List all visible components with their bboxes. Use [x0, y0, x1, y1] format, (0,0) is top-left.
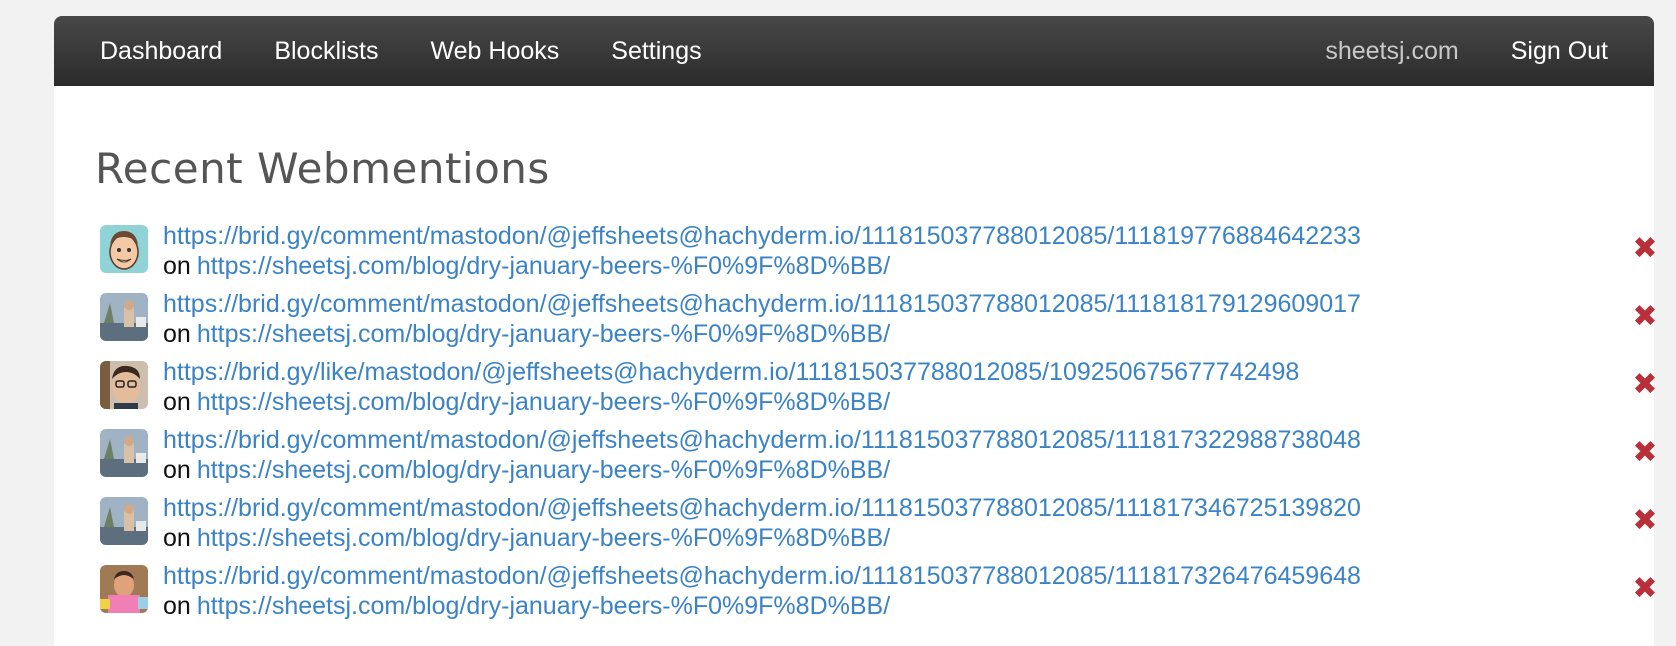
sign-out-link[interactable]: Sign Out: [1511, 37, 1608, 66]
webmention-source-link[interactable]: https://brid.gy/comment/mastodon/@jeffsh…: [163, 290, 1361, 318]
webmention-target-link[interactable]: https://sheetsj.com/blog/dry-january-bee…: [197, 524, 890, 552]
webmention-row: https://brid.gy/comment/mastodon/@jeffsh…: [100, 289, 1660, 357]
webmention-row: https://brid.gy/comment/mastodon/@jeffsh…: [100, 493, 1660, 561]
webmention-source-link[interactable]: https://brid.gy/comment/mastodon/@jeffsh…: [163, 494, 1361, 522]
nav-settings-link[interactable]: Settings: [611, 37, 701, 66]
bearded-person-avatar: [100, 361, 148, 409]
webmention-target-link[interactable]: https://sheetsj.com/blog/dry-january-bee…: [197, 592, 890, 620]
on-label: on: [163, 388, 191, 416]
main-panel: Recent Webmentions https://brid.gy/comme…: [54, 86, 1658, 646]
photo-avatar: [100, 293, 148, 341]
photo-avatar: [100, 429, 148, 477]
cartoon-face-avatar: [100, 225, 148, 273]
nav-dashboard-link[interactable]: Dashboard: [100, 37, 222, 66]
on-label: on: [163, 524, 191, 552]
webmention-source-link[interactable]: https://brid.gy/comment/mastodon/@jeffsh…: [163, 222, 1361, 250]
current-site-label: sheetsj.com: [1325, 36, 1459, 65]
webmention-text: https://brid.gy/comment/mastodon/@jeffsh…: [163, 493, 1361, 553]
photo-avatar: [100, 497, 148, 545]
top-navbar: Dashboard Blocklists Web Hooks Settings …: [54, 16, 1654, 86]
on-label: on: [163, 252, 191, 280]
page-title: Recent Webmentions: [95, 144, 550, 193]
webmention-text: https://brid.gy/comment/mastodon/@jeffsh…: [163, 221, 1361, 281]
webmention-row: https://brid.gy/comment/mastodon/@jeffsh…: [100, 221, 1660, 289]
delete-icon[interactable]: ✖: [1630, 574, 1660, 604]
webmention-row: https://brid.gy/comment/mastodon/@jeffsh…: [100, 425, 1660, 493]
webmention-target-link[interactable]: https://sheetsj.com/blog/dry-january-bee…: [197, 320, 890, 348]
webmention-row: https://brid.gy/comment/mastodon/@jeffsh…: [100, 561, 1660, 629]
delete-icon[interactable]: ✖: [1630, 302, 1660, 332]
webmention-target-link[interactable]: https://sheetsj.com/blog/dry-january-bee…: [197, 252, 890, 280]
webmention-text: https://brid.gy/comment/mastodon/@jeffsh…: [163, 561, 1361, 621]
webmention-row: https://brid.gy/like/mastodon/@jeffsheet…: [100, 357, 1660, 425]
webmention-text: https://brid.gy/like/mastodon/@jeffsheet…: [163, 357, 1299, 417]
on-label: on: [163, 592, 191, 620]
delete-icon[interactable]: ✖: [1630, 438, 1660, 468]
on-label: on: [163, 456, 191, 484]
nav-web-hooks-link[interactable]: Web Hooks: [431, 37, 560, 66]
nav-left-group: Dashboard Blocklists Web Hooks Settings: [100, 37, 702, 66]
delete-icon[interactable]: ✖: [1630, 506, 1660, 536]
webmention-source-link[interactable]: https://brid.gy/comment/mastodon/@jeffsh…: [163, 562, 1361, 590]
delete-icon[interactable]: ✖: [1630, 234, 1660, 264]
webmention-source-link[interactable]: https://brid.gy/like/mastodon/@jeffsheet…: [163, 358, 1299, 386]
colorful-person-avatar: [100, 565, 148, 613]
webmention-source-link[interactable]: https://brid.gy/comment/mastodon/@jeffsh…: [163, 426, 1361, 454]
delete-icon[interactable]: ✖: [1630, 370, 1660, 400]
webmention-target-link[interactable]: https://sheetsj.com/blog/dry-january-bee…: [197, 388, 890, 416]
nav-right-group: sheetsj.com Sign Out: [1325, 37, 1608, 66]
on-label: on: [163, 320, 191, 348]
nav-blocklists-link[interactable]: Blocklists: [274, 37, 378, 66]
webmention-target-link[interactable]: https://sheetsj.com/blog/dry-january-bee…: [197, 456, 890, 484]
webmention-list: https://brid.gy/comment/mastodon/@jeffsh…: [100, 221, 1660, 629]
webmention-text: https://brid.gy/comment/mastodon/@jeffsh…: [163, 289, 1361, 349]
webmention-text: https://brid.gy/comment/mastodon/@jeffsh…: [163, 425, 1361, 485]
